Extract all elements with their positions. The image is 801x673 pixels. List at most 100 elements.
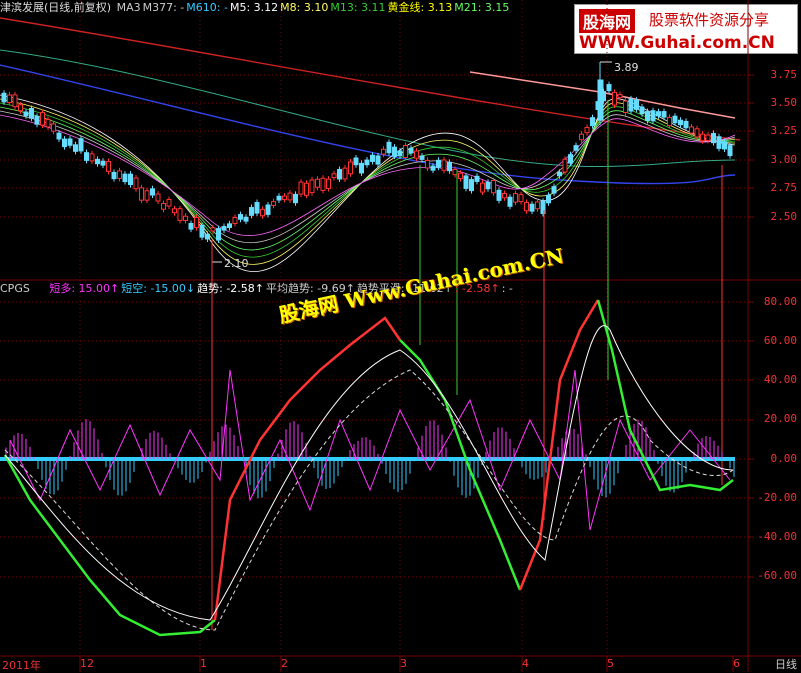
- candle-body: [584, 127, 590, 134]
- date-tick-label: 12: [80, 657, 94, 670]
- candle-body: [18, 104, 23, 112]
- indicator-tick-label: 20.00: [763, 412, 797, 425]
- candle-body: [573, 145, 579, 151]
- candle-body: [95, 158, 100, 165]
- candle-body: [513, 193, 518, 203]
- candle-body: [73, 144, 78, 152]
- candle-body: [639, 106, 645, 115]
- candle-body: [271, 201, 276, 206]
- candle-body: [111, 171, 117, 180]
- candle-body: [117, 170, 122, 179]
- candle-body: [711, 133, 716, 144]
- price-tick-label: 3.25: [770, 124, 798, 137]
- candle-body: [628, 98, 634, 112]
- candle-body: [89, 153, 95, 162]
- candle-body: [683, 120, 689, 129]
- indicator-tick-label: -60.00: [757, 569, 797, 582]
- candle-body: [568, 154, 573, 164]
- candle-body: [430, 165, 436, 171]
- price-tick-label: 3.50: [770, 96, 798, 109]
- candle-body: [78, 138, 84, 152]
- ma-long-red: [0, 17, 741, 141]
- candle-body: [689, 126, 694, 134]
- candle-body: [276, 195, 282, 201]
- candle-body: [7, 94, 12, 103]
- candle-body: [293, 193, 298, 204]
- candle-body: [458, 172, 463, 179]
- price-tick-label: 2.75: [770, 181, 798, 194]
- candle-body: [254, 202, 260, 214]
- average-trend-line: [4, 369, 734, 631]
- date-tick-label: 3: [400, 657, 407, 670]
- candle-body: [23, 111, 29, 117]
- trend-line-up: [213, 316, 402, 621]
- indicator-tick-label: 0.00: [770, 452, 798, 465]
- candle-body: [557, 171, 562, 177]
- candle-body: [551, 186, 557, 194]
- candle-body: [309, 179, 315, 194]
- chart-canvas[interactable]: [0, 0, 801, 672]
- candle-body: [562, 158, 568, 173]
- indicator-axis: 80.00 60.00 40.00 20.00 0.00 -20.00 -40.00 -60.…: [747, 280, 801, 656]
- candle-body: [524, 202, 529, 212]
- period-label[interactable]: 日线: [775, 656, 797, 672]
- candle-body: [672, 115, 678, 124]
- candle-body: [518, 194, 524, 203]
- candle-body: [617, 94, 623, 99]
- candle-body: [34, 115, 40, 125]
- candle-body: [1, 92, 7, 103]
- low-price-label: 2.10: [224, 257, 249, 270]
- candle-body: [496, 189, 502, 201]
- price-tick-label: 3.75: [770, 68, 798, 81]
- candle-body: [579, 133, 584, 141]
- date-tick-label: 6: [733, 657, 740, 670]
- indicator-legend-item: : -: [501, 282, 513, 295]
- candle-body: [249, 207, 254, 216]
- candle-body: [507, 196, 513, 207]
- indicator-legend-item: 趋势: -2.58↑: [197, 282, 265, 295]
- date-tick-label: 2: [281, 657, 288, 670]
- candle-body: [128, 173, 133, 186]
- indicator-tick-label: 40.00: [763, 373, 797, 386]
- indicator-tick-label: 60.00: [763, 334, 797, 347]
- candle-body: [183, 215, 188, 221]
- candle-body: [122, 173, 128, 183]
- date-tick-label: 4: [522, 657, 529, 670]
- candle-body: [408, 147, 414, 154]
- candle-body: [177, 208, 183, 221]
- candle-body: [705, 134, 711, 142]
- price-axis: 3.75 3.50 3.25 3.00 2.75 2.50: [747, 0, 801, 280]
- candle-body: [260, 208, 265, 217]
- candle-body: [166, 198, 172, 207]
- candle-body: [386, 141, 392, 154]
- candle-body: [623, 100, 628, 114]
- candle-body: [150, 188, 155, 196]
- candle-body: [100, 160, 106, 166]
- candle-body: [359, 162, 364, 174]
- indicator-tick-label: 80.00: [763, 295, 797, 308]
- candle-body: [419, 155, 425, 160]
- candle-body: [452, 168, 458, 176]
- candle-body: [238, 214, 243, 220]
- indicator-tick-label: -20.00: [757, 491, 797, 504]
- candle-body: [463, 175, 469, 189]
- date-axis: 2011年 12 1 2 3 4 5 6: [0, 656, 801, 672]
- high-price-label: 3.89: [614, 61, 639, 74]
- candle-body: [381, 148, 386, 155]
- indicator-legend-item: 短空: -15.00↓: [121, 282, 196, 295]
- candle-body: [441, 159, 447, 171]
- candle-body: [727, 145, 733, 157]
- candle-body: [51, 123, 56, 132]
- candle-body: [529, 203, 535, 212]
- candle-body: [315, 178, 320, 188]
- candle-body: [144, 190, 150, 201]
- candle-body: [590, 117, 595, 127]
- candle-body: [661, 111, 667, 118]
- candle-body: [227, 223, 232, 228]
- candle-body: [221, 226, 227, 231]
- candle-body: [172, 208, 177, 214]
- candle-body: [375, 155, 381, 165]
- candle-body: [364, 159, 370, 166]
- candle-body: [337, 168, 342, 180]
- candle-body: [320, 177, 326, 191]
